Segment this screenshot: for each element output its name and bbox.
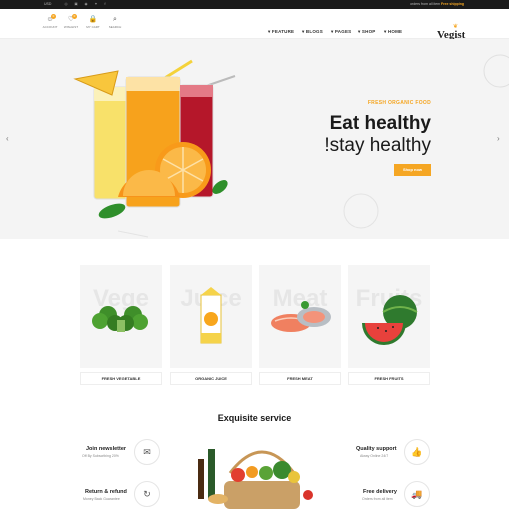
account-badge: 0 xyxy=(51,14,56,19)
pinterest-icon[interactable]: ✦ xyxy=(94,2,98,6)
hero-image xyxy=(73,54,509,238)
hero-subtitle: FRESH ORGANIC FOOD xyxy=(367,100,431,106)
refresh-icon[interactable]: ↻ xyxy=(134,481,160,507)
wishlist-badge: 0 xyxy=(72,14,77,19)
facebook-icon[interactable]: ▣ xyxy=(74,2,78,6)
wishlist-label: WISHLIST xyxy=(63,25,79,29)
service-title-newsletter: Join newsletter xyxy=(86,446,127,452)
category-card-fruits[interactable]: Fruits xyxy=(348,265,430,368)
category-card-vegetable[interactable]: Vege xyxy=(80,265,162,368)
hero-title-line2: !stay healthy xyxy=(324,135,431,156)
nav-home[interactable]: ▾ HOME xyxy=(384,29,402,35)
category-label-vegetable[interactable]: FRESH VEGETABLE xyxy=(80,372,162,385)
category-label-meat[interactable]: FRESH MEAT xyxy=(259,372,341,385)
services-title: Exquisite service xyxy=(217,413,292,423)
shipping-highlight: Free shipping xyxy=(441,2,464,6)
hero-slider: ‹ › FRESH ORGANIC FOOD Eat healthy !stay… xyxy=(0,39,509,239)
account-button[interactable]: ☺ 0 ACCOUNT xyxy=(42,14,58,29)
mail-icon[interactable]: ✉ xyxy=(134,439,160,465)
account-label: ACCOUNT xyxy=(42,25,58,29)
broccoli-image xyxy=(92,306,148,332)
basket-image xyxy=(198,449,313,509)
search-label: SEARCH xyxy=(108,25,122,29)
wishlist-button[interactable]: ♡ 0 WISHLIST xyxy=(63,14,79,29)
twitter-icon[interactable]: ◉ xyxy=(84,2,88,6)
nav-pages[interactable]: ▾ PAGES xyxy=(331,29,351,35)
category-card-juice[interactable]: Juice xyxy=(170,265,252,368)
category-label-fruits[interactable]: FRESH FRUITS xyxy=(348,372,430,385)
meat-image xyxy=(271,301,331,332)
service-sub-delivery: Orders from all item xyxy=(362,497,393,501)
cart-button[interactable]: 🔒 MY CART xyxy=(85,15,101,29)
shop-now-button[interactable]: Shop now xyxy=(394,164,431,176)
top-bar: USD ◎ ▣ ◉ ✦ f orders from all item Free … xyxy=(0,0,509,9)
service-title-support: Quality support xyxy=(356,446,397,452)
nav-feature[interactable]: ▾ FEATURE xyxy=(268,29,294,35)
shipping-notice: orders from all item Free shipping xyxy=(410,2,464,6)
thumbs-up-icon[interactable]: 👍 xyxy=(404,439,430,465)
cart-label: MY CART xyxy=(86,25,100,29)
currency-selector[interactable]: USD xyxy=(44,2,51,6)
shipping-text: orders from all item xyxy=(410,2,441,6)
nav-blogs[interactable]: ▾ BLOGS xyxy=(302,29,323,35)
instagram-icon[interactable]: ◎ xyxy=(64,2,68,6)
service-title-refund: Return & refund xyxy=(85,489,127,495)
service-sub-refund: Money Back Guarantee xyxy=(83,497,120,501)
watermelon-image xyxy=(362,295,418,345)
search-button[interactable]: ⌕ SEARCH xyxy=(107,15,123,29)
hero-title-line1: Eat healthy xyxy=(329,113,431,134)
juice-carton-image xyxy=(200,287,222,344)
nav-shop[interactable]: ▾ SHOP xyxy=(358,29,375,35)
bag-icon: 🔒 xyxy=(88,16,98,23)
truck-icon[interactable]: 🚚 xyxy=(404,481,430,507)
search-icon: ⌕ xyxy=(113,16,117,23)
category-card-meat[interactable]: Meat xyxy=(259,265,341,368)
service-title-delivery: Free delivery xyxy=(363,489,397,495)
google-icon[interactable]: f xyxy=(103,2,107,6)
service-sub-support: Alway Online 24/7 xyxy=(360,454,389,458)
category-label-juice[interactable]: ORGANIC JUICE xyxy=(170,372,252,385)
service-sub-newsletter: Off By Subscribing 20% xyxy=(82,454,119,458)
header: ☺ 0 ACCOUNT ♡ 0 WISHLIST 🔒 MY CART ⌕ SEA… xyxy=(0,9,509,41)
